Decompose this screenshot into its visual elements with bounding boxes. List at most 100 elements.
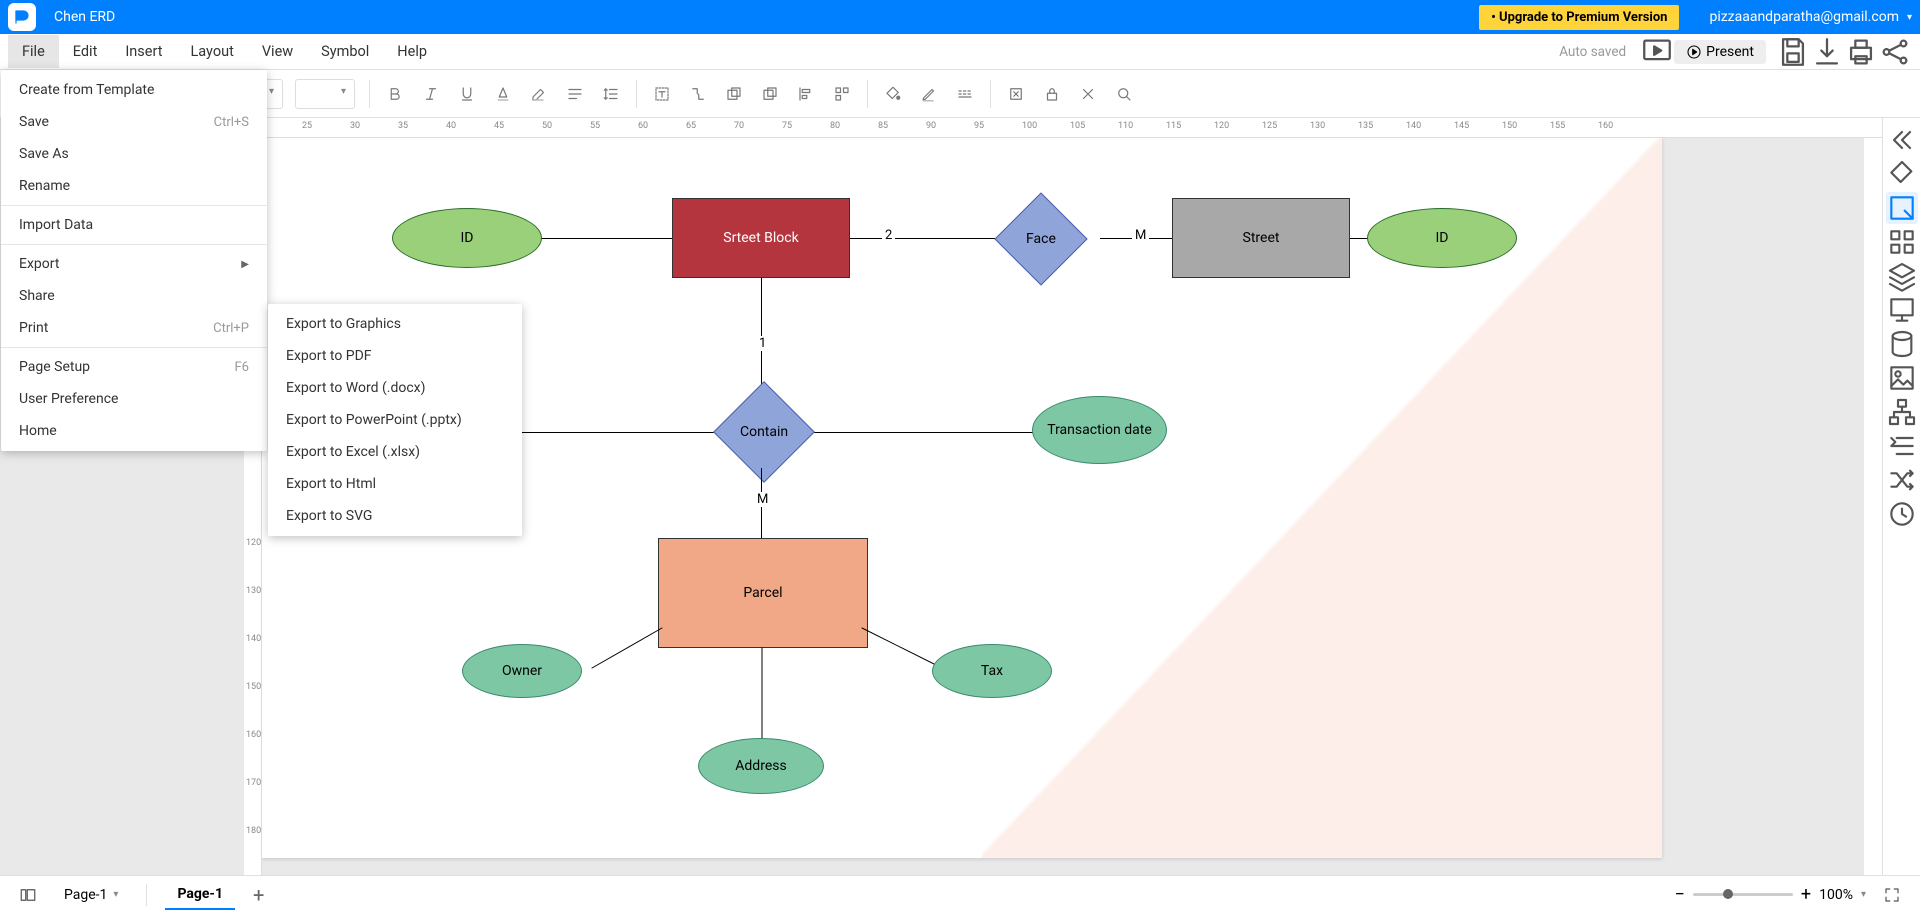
font-color-icon: [494, 85, 512, 103]
menu-import-data[interactable]: Import Data: [1, 209, 267, 241]
menu-create-template[interactable]: Create from Template: [1, 74, 267, 106]
save-button[interactable]: [1776, 38, 1810, 66]
present-button[interactable]: Present: [1674, 40, 1766, 64]
entity-rect[interactable]: Srteet Block: [672, 198, 850, 278]
entity-rect[interactable]: Street: [1172, 198, 1350, 278]
connector[interactable]: [802, 432, 1062, 433]
edge-label[interactable]: 1: [756, 336, 769, 351]
user-menu[interactable]: pizzaaandparatha@gmail.com: [1709, 9, 1912, 25]
zoom-value[interactable]: 100%: [1819, 887, 1853, 903]
export-graphics[interactable]: Export to Graphics: [268, 308, 522, 340]
add-page-button[interactable]: +: [245, 883, 272, 907]
edge-label[interactable]: M: [754, 492, 771, 507]
menu-insert[interactable]: Insert: [111, 35, 176, 68]
stroke-color-button[interactable]: [912, 77, 946, 111]
line-spacing-button[interactable]: [594, 77, 628, 111]
lock-button[interactable]: [1035, 77, 1069, 111]
page-selector[interactable]: Page-1 ▾: [54, 883, 128, 907]
attribute-ellipse[interactable]: ID: [1367, 208, 1517, 268]
zoom-in-button[interactable]: +: [1801, 884, 1811, 905]
connector-button[interactable]: [681, 77, 715, 111]
attribute-ellipse[interactable]: ID: [392, 208, 542, 268]
download-icon: [1810, 35, 1844, 69]
edge-label[interactable]: 2: [882, 228, 895, 243]
font-size-select[interactable]: [295, 79, 355, 109]
text-icon: [653, 85, 671, 103]
menu-export[interactable]: Export▶: [1, 248, 267, 280]
text-tool-button[interactable]: [645, 77, 679, 111]
line-style-button[interactable]: [948, 77, 982, 111]
export-html[interactable]: Export to Html: [268, 468, 522, 500]
bold-button[interactable]: [378, 77, 412, 111]
menu-edit[interactable]: Edit: [59, 35, 112, 68]
rail-style[interactable]: [1886, 158, 1918, 190]
upgrade-button[interactable]: • Upgrade to Premium Version: [1479, 5, 1679, 30]
rail-collapse[interactable]: [1886, 124, 1918, 156]
align-button[interactable]: [558, 77, 592, 111]
menu-rename[interactable]: Rename: [1, 170, 267, 202]
menu-page-setup[interactable]: Page SetupF6: [1, 351, 267, 383]
distribute-button[interactable]: [825, 77, 859, 111]
attribute-ellipse[interactable]: Owner: [462, 644, 582, 698]
menu-save-as[interactable]: Save As: [1, 138, 267, 170]
highlight-button[interactable]: [522, 77, 556, 111]
present-label: Present: [1706, 44, 1754, 60]
page-tab[interactable]: Page-1: [165, 880, 235, 910]
connector[interactable]: [502, 432, 722, 433]
zoom-out-button[interactable]: −: [1675, 884, 1685, 905]
fill-button[interactable]: [876, 77, 910, 111]
tools-button[interactable]: [1071, 77, 1105, 111]
export-powerpoint[interactable]: Export to PowerPoint (.pptx): [268, 404, 522, 436]
rail-present[interactable]: [1886, 294, 1918, 326]
export-word[interactable]: Export to Word (.docx): [268, 372, 522, 404]
menu-share[interactable]: Share: [1, 280, 267, 312]
share-button[interactable]: [1878, 38, 1912, 66]
export-svg[interactable]: Export to SVG: [268, 500, 522, 532]
fullscreen-button[interactable]: [1876, 879, 1908, 911]
rail-data[interactable]: [1886, 328, 1918, 360]
search-button[interactable]: [1107, 77, 1141, 111]
italic-button[interactable]: [414, 77, 448, 111]
menu-save[interactable]: SaveCtrl+S: [1, 106, 267, 138]
menu-file[interactable]: File: [8, 35, 59, 68]
rail-history[interactable]: [1886, 498, 1918, 530]
rail-tree[interactable]: [1886, 396, 1918, 428]
italic-icon: [422, 85, 440, 103]
rail-shapes[interactable]: [1886, 226, 1918, 258]
slideshow-button[interactable]: [1640, 38, 1674, 66]
rail-layers[interactable]: [1886, 260, 1918, 292]
underline-button[interactable]: [450, 77, 484, 111]
clear-format-button[interactable]: [999, 77, 1033, 111]
print-button[interactable]: [1844, 38, 1878, 66]
attribute-ellipse[interactable]: Address: [698, 738, 824, 794]
outline-toggle[interactable]: [12, 879, 44, 911]
container-button[interactable]: [717, 77, 751, 111]
menu-home[interactable]: Home: [1, 415, 267, 447]
rail-comments[interactable]: [1886, 430, 1918, 462]
zoom-slider[interactable]: [1693, 893, 1793, 896]
download-button[interactable]: [1810, 38, 1844, 66]
menu-print[interactable]: PrintCtrl+P: [1, 312, 267, 344]
align-shapes-button[interactable]: [789, 77, 823, 111]
font-color-button[interactable]: [486, 77, 520, 111]
export-pdf[interactable]: Export to PDF: [268, 340, 522, 372]
rail-select[interactable]: [1886, 192, 1918, 224]
slideshow-icon: [1640, 35, 1674, 69]
app-logo[interactable]: [8, 3, 36, 31]
attribute-ellipse[interactable]: Transaction date: [1032, 396, 1167, 464]
document-title[interactable]: Chen ERD: [54, 9, 115, 25]
image-icon: [1886, 362, 1918, 394]
menu-view[interactable]: View: [248, 35, 307, 68]
menu-help[interactable]: Help: [383, 35, 441, 68]
menu-layout[interactable]: Layout: [176, 35, 247, 68]
export-excel[interactable]: Export to Excel (.xlsx): [268, 436, 522, 468]
fill-icon: [884, 85, 902, 103]
edge-label[interactable]: M: [1132, 228, 1149, 243]
menu-symbol[interactable]: Symbol: [307, 35, 383, 68]
rail-images[interactable]: [1886, 362, 1918, 394]
container2-button[interactable]: [753, 77, 787, 111]
menu-user-preference[interactable]: User Preference: [1, 383, 267, 415]
rail-random[interactable]: [1886, 464, 1918, 496]
attribute-ellipse[interactable]: Tax: [932, 644, 1052, 698]
relationship-diamond[interactable]: Contain: [713, 381, 815, 483]
